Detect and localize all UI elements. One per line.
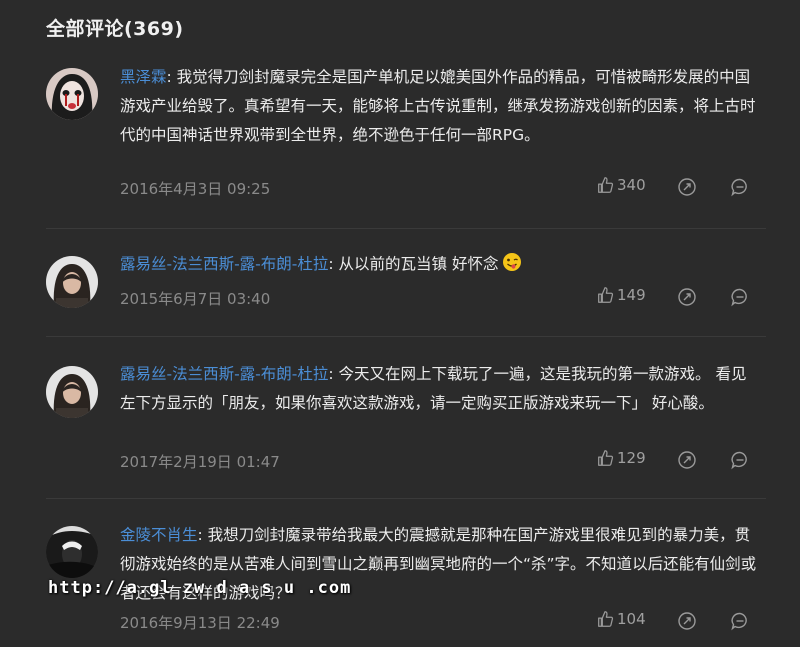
comment-divider <box>46 498 766 499</box>
winking-tongue-emoji-icon <box>503 253 522 271</box>
like-button[interactable]: 129 <box>596 449 646 467</box>
like-button[interactable]: 149 <box>596 286 646 304</box>
share-icon[interactable] <box>677 287 697 307</box>
comment-meta: 2017年2月19日 01:47 129 <box>120 449 750 473</box>
watermark: http://a.gl zw d a s u .com <box>48 578 352 598</box>
comment-username[interactable]: 露易丝-法兰西斯-露-布朗-杜拉 <box>120 365 328 383</box>
like-count: 149 <box>617 286 646 304</box>
thumbs-up-icon <box>598 177 614 193</box>
like-button[interactable]: 104 <box>596 610 646 628</box>
avatar[interactable] <box>46 256 98 308</box>
comment-date: 2015年6月7日 03:40 <box>120 290 271 308</box>
reply-icon[interactable] <box>730 450 750 470</box>
comment-meta: 2015年6月7日 03:40 149 <box>120 286 750 310</box>
comment-meta: 2016年4月3日 09:25 340 <box>120 176 750 200</box>
avatar[interactable] <box>46 68 98 120</box>
separator: : <box>328 365 339 383</box>
avatar-image <box>46 68 98 120</box>
comment-content: 我觉得刀剑封魔录完全是国产单机足以媲美国外作品的精品，可惜被畸形发展的中国游戏产… <box>120 68 756 144</box>
reply-icon[interactable] <box>730 611 750 631</box>
reply-icon[interactable] <box>730 177 750 197</box>
like-count: 104 <box>617 610 646 628</box>
comment-meta: 2016年9月13日 22:49 104 <box>120 610 750 634</box>
avatar[interactable] <box>46 366 98 418</box>
share-icon[interactable] <box>677 611 697 631</box>
separator: : <box>166 68 177 86</box>
thumbs-up-icon <box>598 287 614 303</box>
comment-text: 露易丝-法兰西斯-露-布朗-杜拉: 从以前的瓦当镇 好怀念 <box>120 250 760 279</box>
avatar-image <box>46 366 98 418</box>
like-button[interactable]: 340 <box>596 176 646 194</box>
avatar-image <box>46 256 98 308</box>
share-icon[interactable] <box>677 177 697 197</box>
separator: : <box>197 526 208 544</box>
thumbs-up-icon <box>598 450 614 466</box>
comment-username[interactable]: 金陵不肖生 <box>120 526 198 544</box>
like-count: 129 <box>617 449 646 467</box>
comment-divider <box>46 228 766 229</box>
avatar[interactable] <box>46 526 98 578</box>
comment-date: 2016年9月13日 22:49 <box>120 614 280 632</box>
comment-username[interactable]: 露易丝-法兰西斯-露-布朗-杜拉 <box>120 255 328 273</box>
comment-text: 黑泽霖: 我觉得刀剑封魔录完全是国产单机足以媲美国外作品的精品，可惜被畸形发展的… <box>120 63 760 150</box>
comment-divider <box>46 336 766 337</box>
comment-date: 2016年4月3日 09:25 <box>120 180 271 198</box>
share-icon[interactable] <box>677 450 697 470</box>
thumbs-up-icon <box>598 611 614 627</box>
like-count: 340 <box>617 176 646 194</box>
comment-date: 2017年2月19日 01:47 <box>120 453 280 471</box>
separator: : <box>328 255 339 273</box>
reply-icon[interactable] <box>730 287 750 307</box>
comments-header: 全部评论(369) <box>46 18 184 40</box>
avatar-image <box>46 526 98 578</box>
comment-text: 露易丝-法兰西斯-露-布朗-杜拉: 今天又在网上下载玩了一遍，这是我玩的第一款游… <box>120 360 760 418</box>
comment-username[interactable]: 黑泽霖 <box>120 68 167 86</box>
comment-content: 从以前的瓦当镇 好怀念 <box>338 255 499 273</box>
